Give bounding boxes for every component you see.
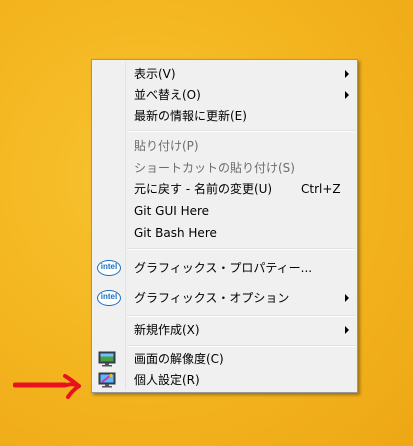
annotation-arrow-icon bbox=[12, 374, 83, 403]
menu-item-label: 最新の情報に更新(E) bbox=[134, 109, 247, 123]
menu-item-paste-shortcut[interactable]: ショートカットの貼り付け(S) bbox=[94, 157, 355, 179]
display-resolution-icon bbox=[97, 351, 121, 367]
menu-item-label: 新規作成(X) bbox=[134, 323, 200, 337]
menu-separator bbox=[127, 315, 355, 317]
menu-item-label: 元に戻す - 名前の変更(U) bbox=[134, 182, 273, 196]
intel-graphics-icon: intel bbox=[97, 260, 121, 276]
submenu-arrow-icon bbox=[345, 91, 349, 99]
menu-item-view[interactable]: 表示(V) bbox=[94, 63, 355, 85]
menu-item-label: 並べ替え(O) bbox=[134, 88, 201, 102]
menu-item-label: Git Bash Here bbox=[134, 226, 217, 240]
intel-graphics-icon: intel bbox=[97, 290, 121, 306]
menu-item-label: 表示(V) bbox=[134, 67, 176, 81]
menu-item-label: グラフィックス・プロパティー... bbox=[134, 261, 313, 275]
menu-item-git-bash[interactable]: Git Bash Here bbox=[94, 222, 355, 244]
menu-item-screen-resolution[interactable]: 画面の解像度(C) bbox=[94, 348, 355, 370]
personalize-icon bbox=[97, 372, 121, 388]
menu-separator bbox=[127, 130, 355, 132]
submenu-arrow-icon bbox=[345, 294, 349, 302]
menu-item-refresh[interactable]: 最新の情報に更新(E) bbox=[94, 105, 355, 127]
desktop-context-menu: 表示(V) 並べ替え(O) 最新の情報に更新(E) 貼り付け(P) ショートカッ… bbox=[91, 59, 358, 393]
menu-item-graphics-options[interactable]: intel グラフィックス・オプション bbox=[94, 287, 355, 309]
menu-item-label: 貼り付け(P) bbox=[134, 139, 199, 153]
submenu-arrow-icon bbox=[345, 70, 349, 78]
menu-separator bbox=[127, 345, 355, 347]
menu-item-graphics-properties[interactable]: intel グラフィックス・プロパティー... bbox=[94, 257, 355, 279]
submenu-arrow-icon bbox=[345, 326, 349, 334]
menu-item-personalize[interactable]: 個人設定(R) bbox=[94, 369, 355, 391]
menu-item-label: 画面の解像度(C) bbox=[134, 352, 224, 366]
menu-separator bbox=[127, 248, 355, 250]
menu-item-paste[interactable]: 貼り付け(P) bbox=[94, 135, 355, 157]
menu-item-git-gui[interactable]: Git GUI Here bbox=[94, 200, 355, 222]
menu-item-shortcut: Ctrl+Z bbox=[301, 182, 341, 196]
menu-item-undo-rename[interactable]: 元に戻す - 名前の変更(U) Ctrl+Z bbox=[94, 178, 355, 200]
menu-item-new[interactable]: 新規作成(X) bbox=[94, 319, 355, 341]
menu-item-label: ショートカットの貼り付け(S) bbox=[134, 161, 295, 175]
menu-item-label: Git GUI Here bbox=[134, 204, 210, 218]
menu-item-sort-by[interactable]: 並べ替え(O) bbox=[94, 84, 355, 106]
menu-item-label: グラフィックス・オプション bbox=[134, 291, 290, 305]
menu-item-label: 個人設定(R) bbox=[134, 373, 200, 387]
